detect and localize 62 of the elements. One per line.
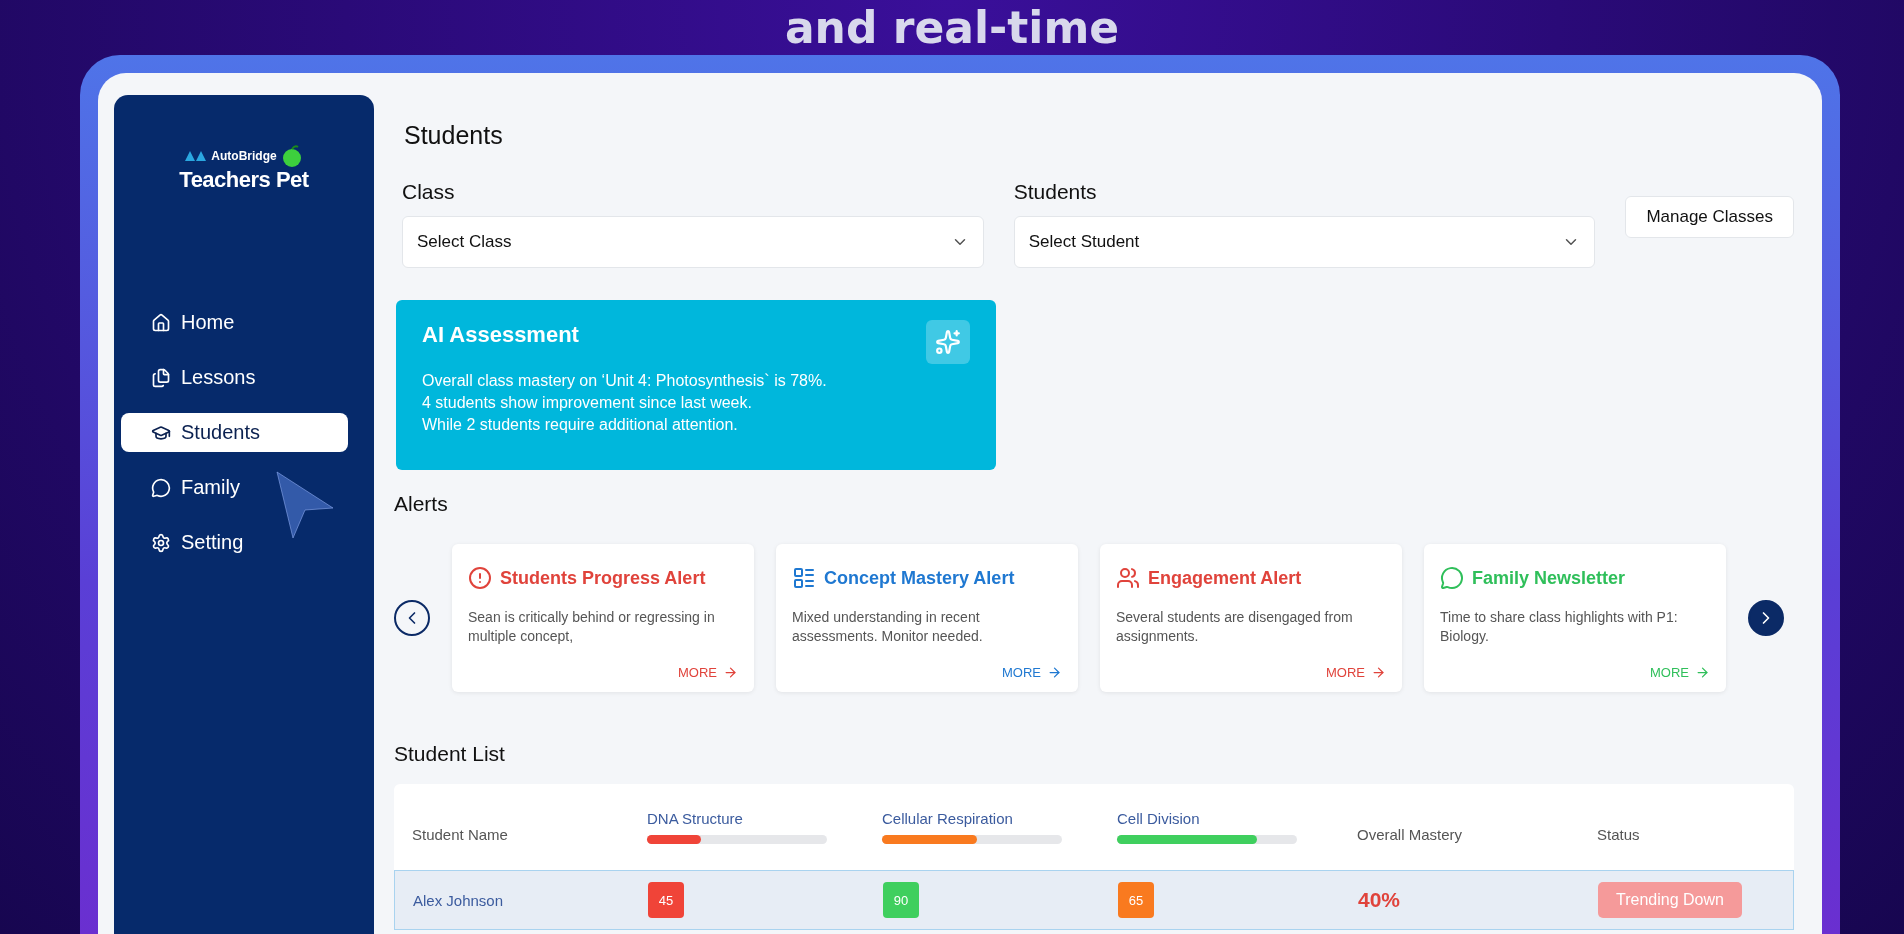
cursor-icon (275, 470, 335, 540)
nav-item[interactable]: Setting (121, 523, 348, 562)
home-icon (151, 312, 171, 333)
alert-circle-icon (468, 566, 492, 590)
headline: and real-time (784, 2, 1120, 53)
alert-title: Students Progress Alert (500, 567, 706, 589)
student-name: Alex Johnson (413, 891, 505, 909)
assessment-text: Overall class mastery on ‘Unit 4: Photosynthesis` is 78%. (422, 371, 828, 391)
alert-text: Several students are disengaged from assignments. (1116, 608, 1354, 646)
chat-bubble-icon (151, 477, 171, 498)
column-header: Status (1597, 824, 1641, 843)
people-icon (1116, 566, 1140, 590)
manage-classes-button[interactable]: Manage Classes (1625, 196, 1794, 238)
logo-product: Teachers Pet (179, 167, 309, 193)
list-icon (792, 566, 816, 590)
column-header: DNA Structure (647, 810, 744, 827)
select-field[interactable]: Select Class (402, 216, 984, 268)
assessment-text: While 2 students require additional attention. (422, 415, 739, 435)
column-header: Cellular Respiration (882, 810, 1014, 827)
arrow-right-icon (723, 665, 738, 680)
alert-text: Time to share class highlights with P1: Biology. (1440, 608, 1679, 646)
settings-icon (151, 532, 171, 553)
more-link[interactable]: MORE (1002, 665, 1062, 680)
nav-item[interactable]: Students (121, 413, 348, 452)
column-header: Cell Division (1117, 810, 1201, 827)
nav-item[interactable]: Home (121, 303, 348, 342)
arrow-right-icon (1695, 665, 1710, 680)
arrow-right-icon (1047, 665, 1062, 680)
score-badge: 65 (1118, 882, 1154, 918)
logo-mark-icon (185, 151, 208, 161)
sparkles-icon (926, 320, 970, 364)
alert-text: Sean is critically behind or regressing in multiple concept, (468, 608, 716, 646)
select-field[interactable]: Select Student (1013, 216, 1596, 268)
assessment-text: 4 students show improvement since last week. (422, 393, 753, 413)
status-badge: Trending Down (1598, 882, 1742, 918)
section-title: Student List (394, 742, 506, 766)
score-badge: 90 (883, 882, 919, 918)
score-badge: 45 (648, 882, 684, 918)
previous-button[interactable] (394, 600, 430, 636)
page-title: Students (404, 121, 504, 150)
column-header: Student Name (412, 824, 509, 843)
table-row[interactable]: Alex Johnson 45 90 65 40% Trending Down (394, 870, 1794, 930)
next-button[interactable] (1748, 600, 1784, 636)
arrow-right-icon (1371, 665, 1386, 680)
more-link[interactable]: MORE (1326, 665, 1386, 680)
card-title: AI Assessment (422, 322, 579, 348)
logo-brand: AutoBridge (211, 149, 277, 163)
apple-icon (280, 145, 303, 167)
column-header: Overall Mastery (1357, 824, 1464, 843)
section-title: Alerts (394, 492, 449, 516)
documents-icon (151, 367, 171, 388)
nav-item[interactable]: Lessons (121, 358, 348, 397)
nav-item[interactable]: Family (121, 468, 348, 507)
alert-text: Mixed understanding in recent assessments. Monitor needed. (792, 608, 984, 646)
more-link[interactable]: MORE (678, 665, 738, 680)
overall-mastery: 40% (1358, 888, 1402, 912)
chat-bubble-icon (1440, 566, 1464, 590)
field-label: Students (1013, 180, 1098, 204)
field-label: Class (402, 180, 456, 204)
alert-title: Concept Mastery Alert (824, 567, 1015, 589)
alert-title: Engagement Alert (1148, 567, 1302, 589)
alert-title: Family Newsletter (1472, 567, 1626, 589)
